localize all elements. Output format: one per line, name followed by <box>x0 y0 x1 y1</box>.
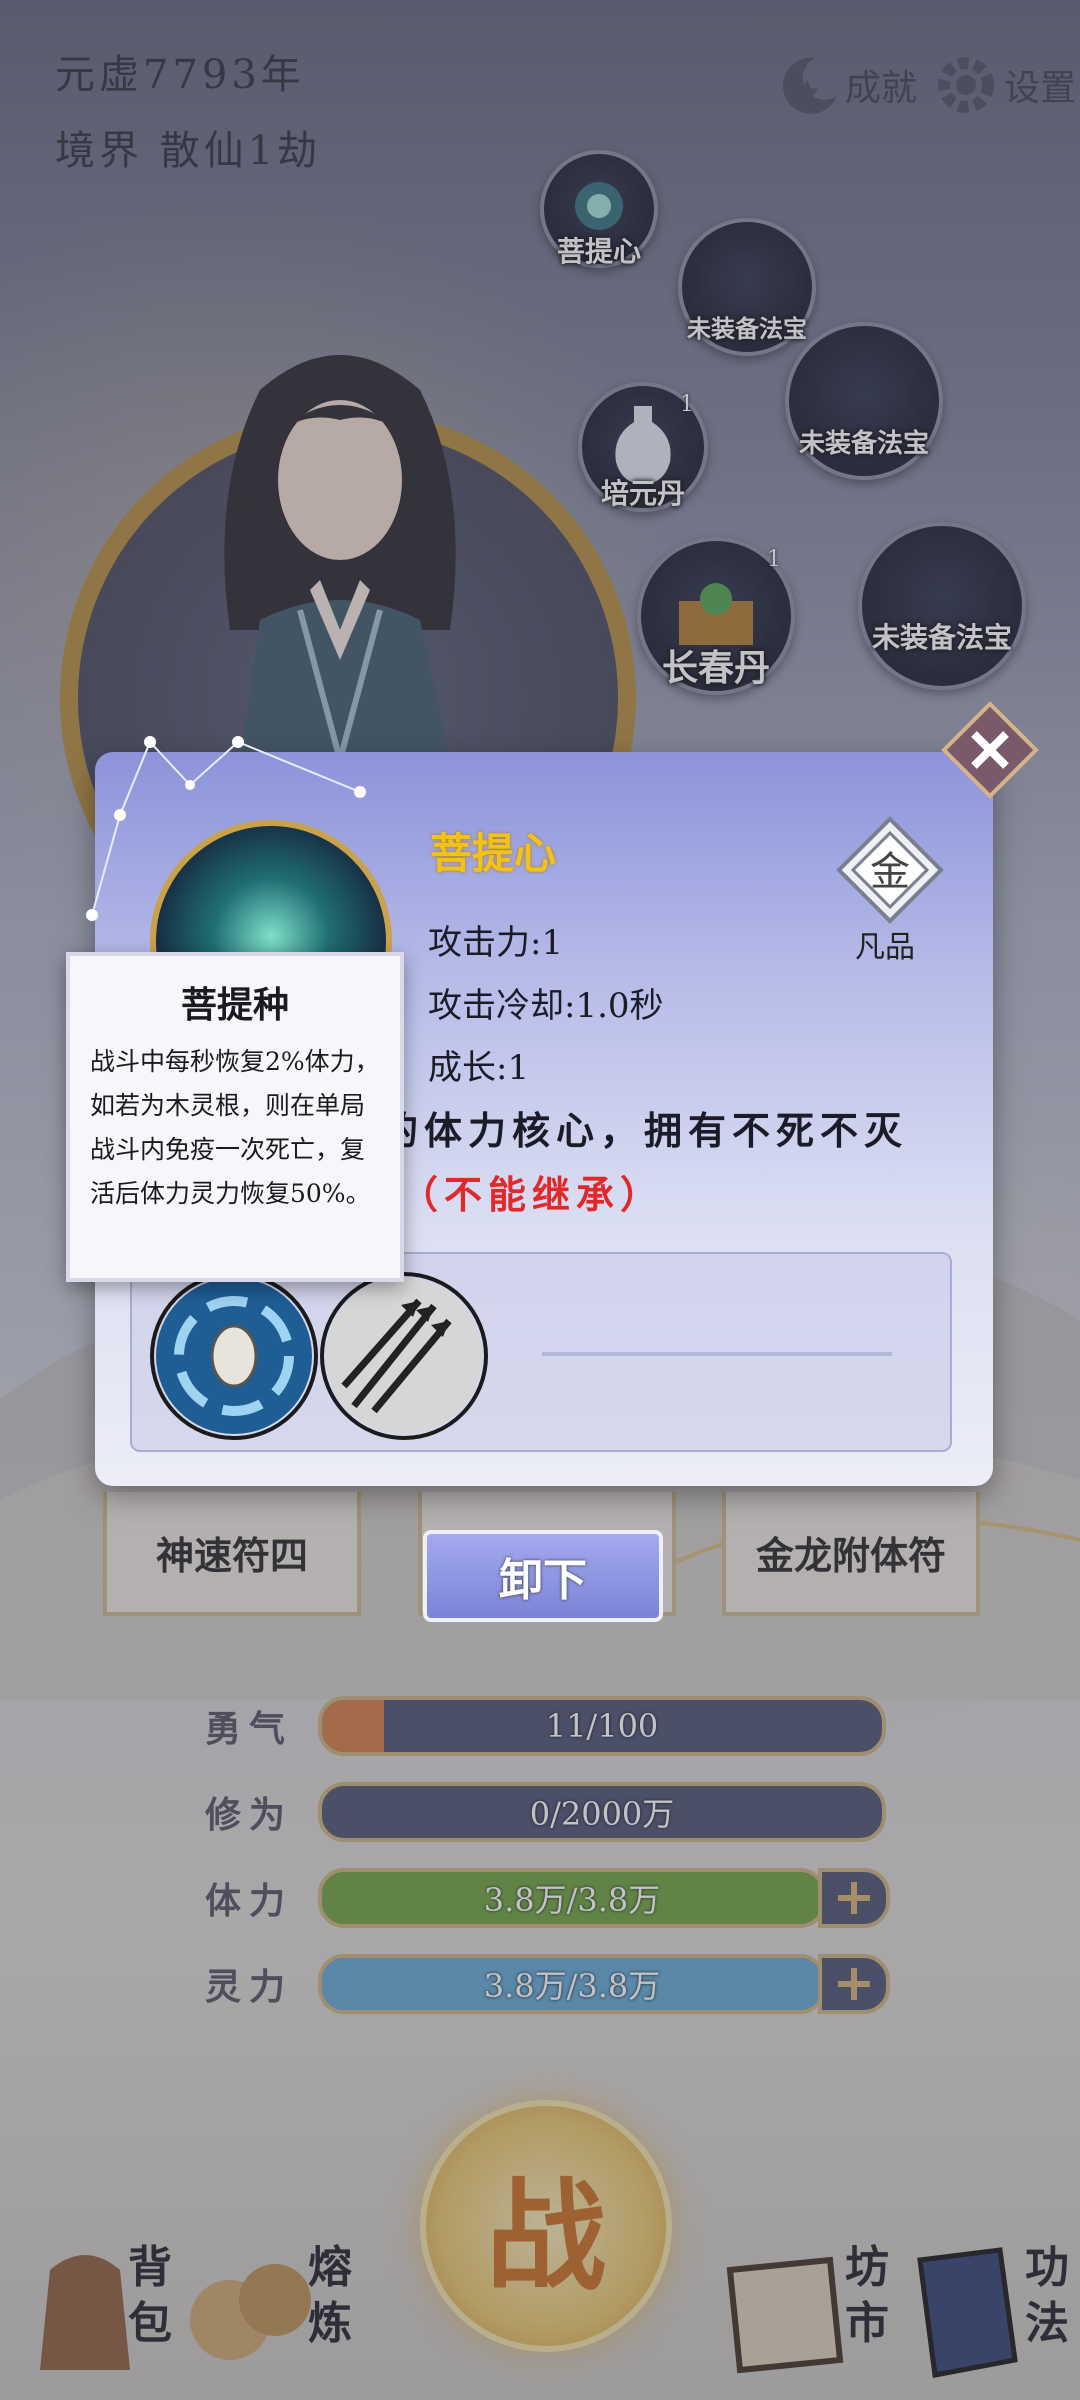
rank-label: 凡品 <box>855 930 915 965</box>
rank-badge-icon: 金 <box>836 816 944 924</box>
rank-glyph: 金 <box>870 849 910 895</box>
item-attack: 攻击力:1 <box>428 923 564 963</box>
inherit-note: （不能继承） <box>400 1172 665 1217</box>
skill-tooltip: 菩提种 战斗中每秒恢复2%体力，如若为木灵根，则在单局战斗内免疫一次死亡，复活后… <box>66 952 404 1282</box>
tooltip-title: 菩提种 <box>180 984 289 1026</box>
item-growth: 成长:1 <box>428 1048 530 1088</box>
item-description: 的体力核心，拥有不死不灭 <box>380 1108 909 1153</box>
item-name: 菩提心 <box>430 829 557 878</box>
unload-button[interactable]: 卸下 <box>423 1530 663 1622</box>
arrows-skill-icon[interactable] <box>320 1272 488 1440</box>
close-button[interactable] <box>940 700 1040 800</box>
tooltip-body: 战斗中每秒恢复2%体力，如若为木灵根，则在单局战斗内免疫一次死亡，复活后体力灵力… <box>90 1047 380 1208</box>
bodhi-seed-skill-icon[interactable] <box>150 1272 318 1440</box>
item-cooldown: 攻击冷却:1.0秒 <box>428 986 664 1026</box>
